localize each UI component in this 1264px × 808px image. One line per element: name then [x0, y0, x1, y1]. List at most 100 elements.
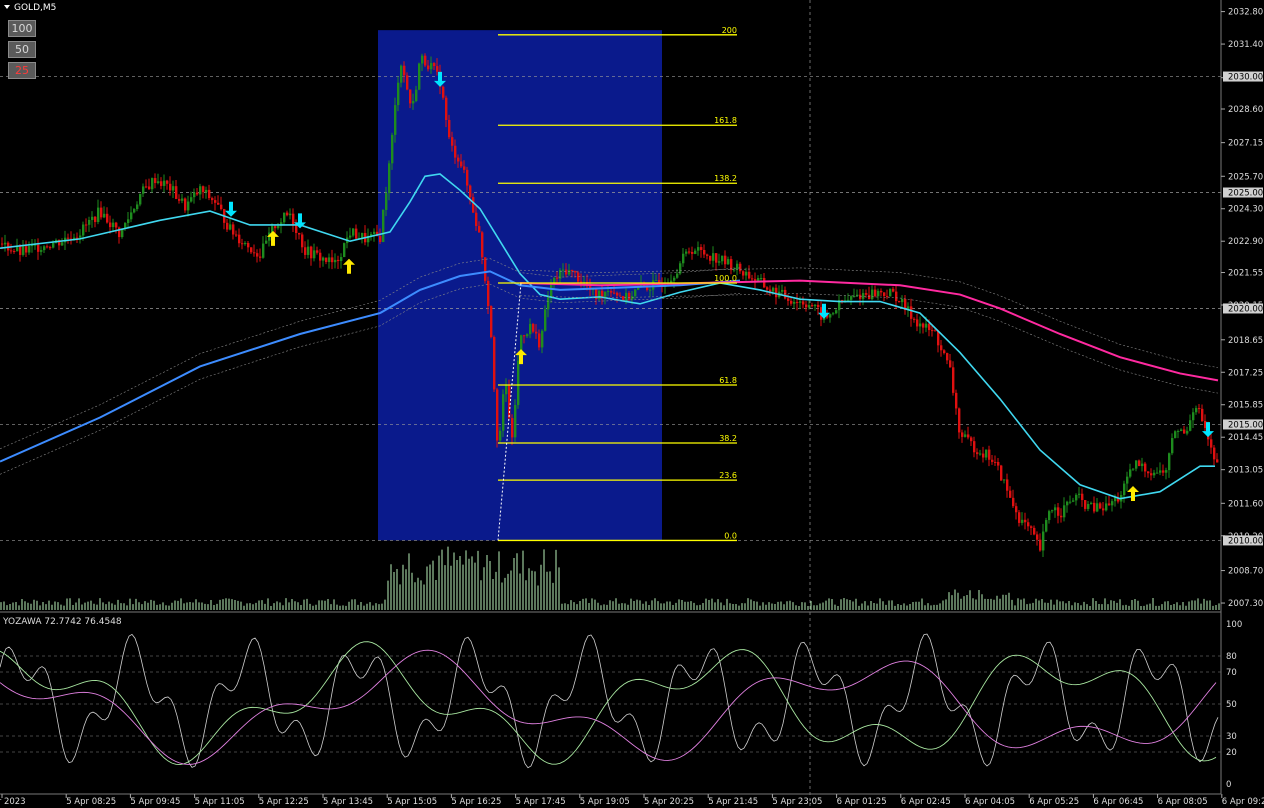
candle-body: [739, 263, 742, 272]
candle-body: [829, 314, 832, 318]
candle-body: [1012, 497, 1015, 507]
candle-body: [157, 181, 160, 184]
fib-level-label: 100.0: [714, 274, 737, 283]
candle-body: [1102, 508, 1105, 511]
candle-body: [436, 66, 439, 72]
candle-body: [277, 225, 280, 229]
candle-body: [199, 186, 202, 195]
candle-body: [472, 197, 475, 213]
candle-body: [286, 212, 289, 216]
x-tick-label: 5 Apr 20:25: [644, 797, 694, 807]
candle-body: [181, 198, 184, 201]
candle-body: [1093, 502, 1096, 512]
candle-body: [508, 384, 511, 419]
candle-body: [1186, 430, 1189, 434]
candle-body: [538, 333, 541, 348]
candle-body: [256, 253, 259, 257]
candle-body: [424, 55, 427, 66]
candle-body: [112, 222, 115, 228]
candle-body: [1030, 526, 1033, 528]
candle-body: [109, 222, 112, 228]
tf-button-100[interactable]: 100: [8, 20, 36, 37]
candle-body: [919, 323, 922, 327]
candle-body: [1024, 519, 1027, 523]
candle-body: [628, 292, 631, 300]
candle-body: [457, 157, 460, 162]
candle-body: [289, 213, 292, 216]
candle-body: [1084, 500, 1087, 509]
candle-body: [1153, 472, 1156, 476]
candle-body: [1069, 501, 1072, 503]
candle-body: [751, 278, 754, 280]
candle-body: [421, 55, 424, 64]
chart-canvas: 200161.8138.2100.061.838.223.60.0 100807…: [0, 0, 1264, 808]
candle-body: [703, 249, 706, 255]
candle-body: [673, 277, 676, 281]
candle-body: [562, 269, 565, 271]
candle-body: [676, 273, 679, 278]
y-tick-label: 2021.55: [1228, 269, 1263, 279]
candle-body: [250, 247, 253, 253]
x-tick-label: 5 Apr 12:25: [259, 797, 309, 807]
candle-body: [877, 290, 880, 297]
candle-body: [10, 250, 13, 252]
candle-body: [1183, 429, 1186, 434]
candle-body: [1138, 460, 1141, 467]
candle-body: [1159, 470, 1162, 473]
candle-body: [202, 186, 205, 193]
candle-body: [880, 290, 883, 293]
osc-tick-label: 100: [1226, 620, 1242, 630]
candle-body: [385, 193, 388, 210]
y-tick-label: 2007.30: [1228, 599, 1263, 609]
candle-body: [865, 293, 868, 295]
candle-body: [475, 212, 478, 227]
candle-body: [52, 242, 55, 248]
candle-body: [1105, 503, 1108, 511]
candle-body: [412, 101, 415, 104]
y-tick-label: 2008.70: [1228, 567, 1263, 577]
candle-body: [388, 163, 391, 194]
candle-body: [427, 65, 430, 70]
candle-body: [811, 305, 814, 307]
candle-body: [712, 253, 715, 261]
candle-body: [1111, 501, 1114, 506]
candle-body: [361, 233, 364, 238]
candle-body: [1129, 469, 1132, 477]
tf-button-50[interactable]: 50: [8, 41, 36, 58]
candle-body: [451, 137, 454, 146]
candle-body: [706, 254, 709, 256]
candle-body: [784, 289, 787, 299]
candle-body: [1114, 497, 1117, 502]
candle-body: [691, 251, 694, 254]
candle-body: [502, 394, 505, 431]
candle-body: [901, 298, 904, 303]
candle-body: [1057, 507, 1060, 516]
candle-body: [679, 263, 682, 274]
candle-body: [958, 408, 961, 433]
candle-body: [1033, 527, 1036, 535]
candle-body: [82, 224, 85, 236]
candle-body: [16, 246, 19, 252]
candle-body: [718, 261, 721, 263]
candle-body: [1177, 431, 1180, 433]
candle-body: [220, 204, 223, 210]
candle-body: [976, 452, 979, 455]
candle-body: [1006, 479, 1009, 491]
candle-body: [850, 296, 853, 300]
candle-body: [1060, 515, 1063, 518]
candle-body: [634, 289, 637, 297]
candle-body: [805, 304, 808, 308]
x-tick-label: 5 Apr 09:45: [130, 797, 180, 807]
candle-body: [1000, 465, 1003, 481]
candle-body: [808, 305, 811, 308]
candle-body: [556, 277, 559, 279]
candle-body: [205, 189, 208, 193]
candle-body: [535, 331, 538, 334]
candle-body: [886, 295, 889, 297]
candle-body: [1201, 408, 1204, 421]
candle-body: [499, 430, 502, 441]
tf-button-25[interactable]: 25: [8, 62, 36, 79]
candle-body: [25, 246, 28, 253]
price-highlight-label: 2010.00: [1228, 536, 1263, 546]
candle-body: [760, 278, 763, 280]
